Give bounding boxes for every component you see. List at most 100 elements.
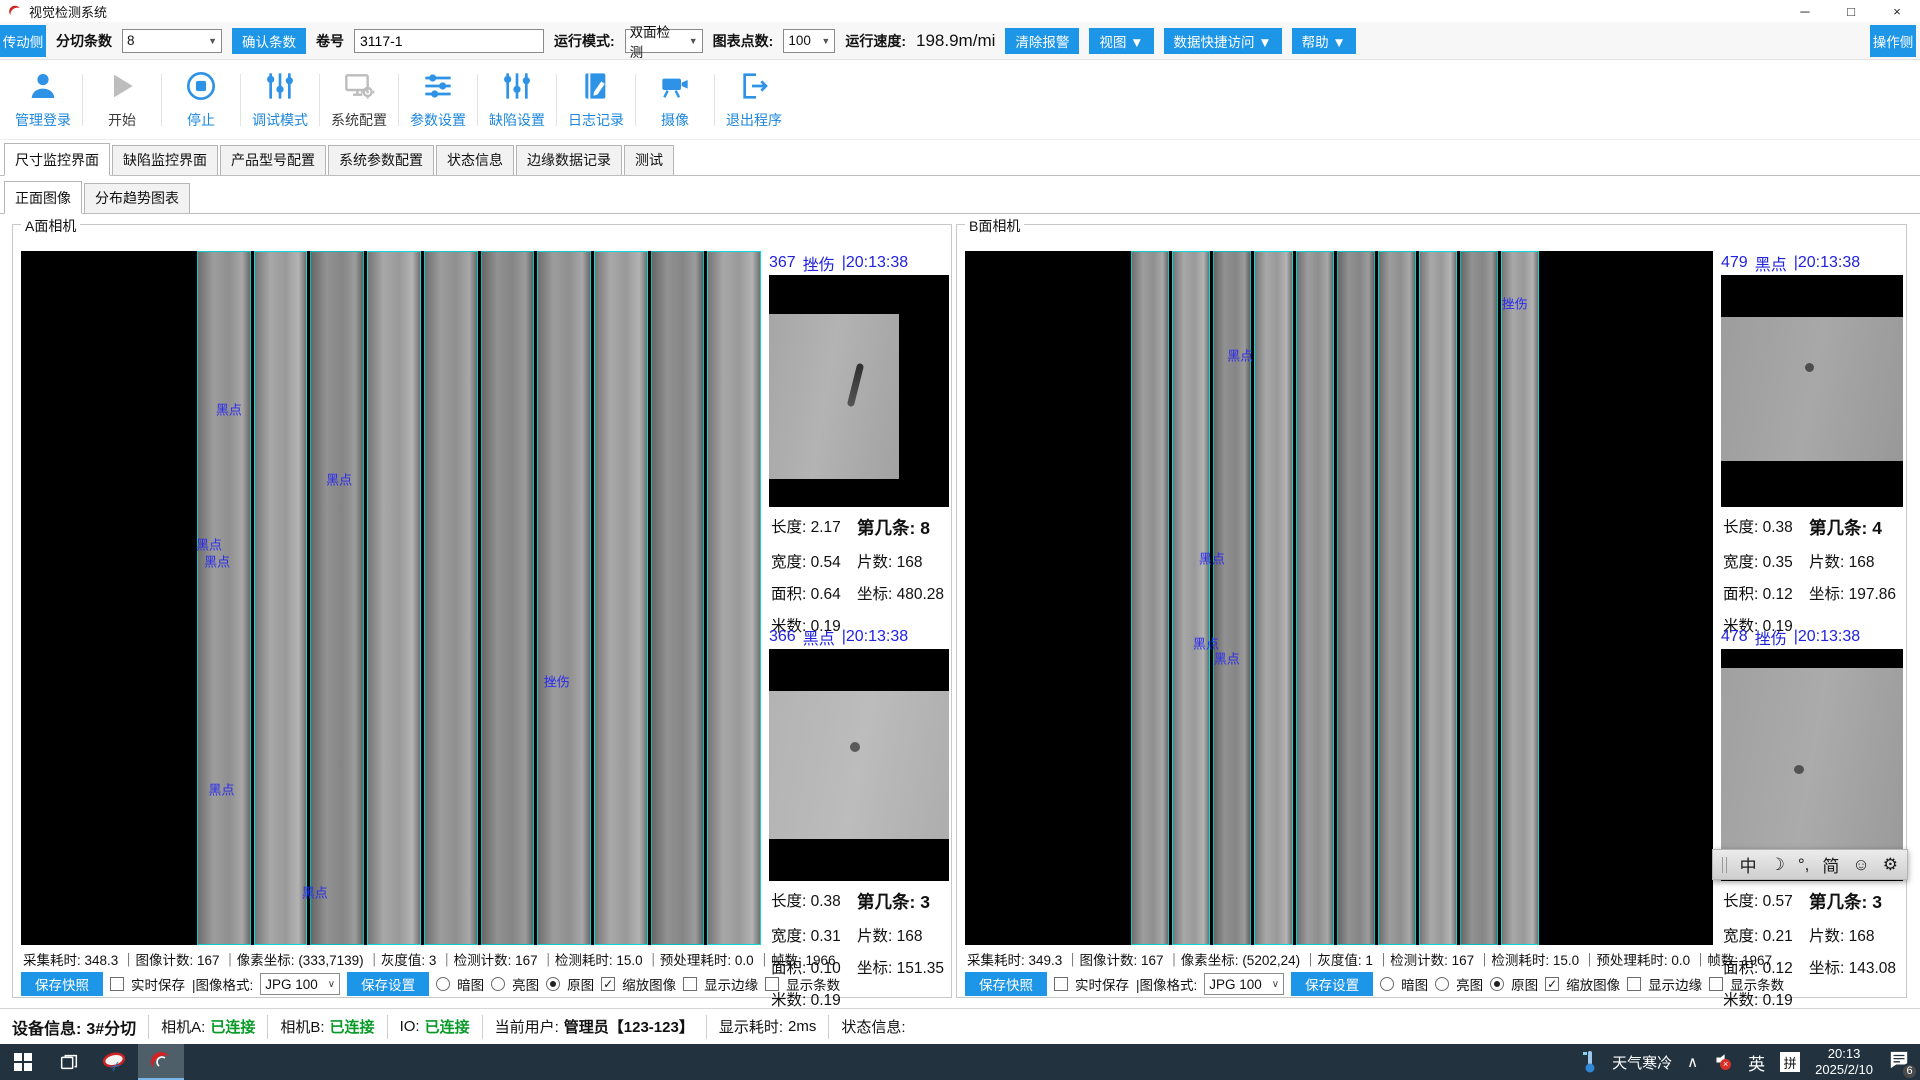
snipping-tool-button[interactable]: ✂ bbox=[92, 1044, 138, 1080]
film-strip bbox=[651, 251, 705, 945]
tab-3[interactable]: 系统参数配置 bbox=[328, 145, 434, 175]
save-snapshot-button[interactable]: 保存快照 bbox=[21, 972, 103, 996]
camera-image-b[interactable]: 挫伤黑点黑点黑点黑点 bbox=[965, 251, 1713, 945]
defect-label: 黑点 bbox=[1199, 548, 1225, 567]
dark-image-radio[interactable] bbox=[1380, 977, 1394, 991]
toolbar-icon-log-7[interactable]: 日志记录 bbox=[557, 70, 635, 130]
show-edges-checkbox[interactable] bbox=[1627, 977, 1641, 991]
drive-side-button[interactable]: 传动侧 bbox=[0, 25, 46, 57]
bright-image-radio[interactable] bbox=[1435, 977, 1449, 991]
subtab-0[interactable]: 正面图像 bbox=[4, 181, 82, 214]
maximize-button[interactable]: □ bbox=[1828, 0, 1874, 22]
tab-2[interactable]: 产品型号配置 bbox=[220, 145, 326, 175]
language-indicator[interactable]: 英 bbox=[1748, 1050, 1765, 1075]
toolbar-icon-play-1[interactable]: 开始 bbox=[83, 70, 161, 130]
vision-app-taskbar-button[interactable] bbox=[138, 1044, 184, 1080]
ime-lang-indicator[interactable]: 中 bbox=[1740, 852, 1757, 877]
chart-points-select[interactable]: 100 ▼ bbox=[783, 29, 835, 53]
ime-fullwidth-icon[interactable]: ☽ bbox=[1770, 855, 1785, 875]
slit-count-select[interactable]: 8 ▼ bbox=[122, 29, 222, 53]
run-mode-select[interactable]: 双面检测 ▼ bbox=[625, 29, 703, 53]
toolbar-icon-sliders-v-3[interactable]: 调试模式 bbox=[241, 70, 319, 130]
defect-time: |20:13:38 bbox=[1794, 254, 1860, 272]
show-edges-checkbox[interactable] bbox=[683, 977, 697, 991]
status-segment-label: 当前用户: bbox=[495, 1016, 559, 1037]
ime-drag-handle[interactable] bbox=[1722, 857, 1727, 873]
save-settings-button[interactable]: 保存设置 bbox=[347, 972, 429, 996]
realtime-save-checkbox[interactable] bbox=[1054, 977, 1068, 991]
zoom-image-checkbox[interactable]: ✓ bbox=[1545, 977, 1559, 991]
original-image-radio[interactable] bbox=[546, 977, 560, 991]
tab-0[interactable]: 尺寸监控界面 bbox=[4, 143, 110, 176]
volume-muted-button[interactable]: × bbox=[1713, 1051, 1733, 1074]
tab-6[interactable]: 测试 bbox=[624, 145, 674, 175]
toolbar-icon-stop-2[interactable]: 停止 bbox=[162, 70, 240, 130]
ime-simplified-icon[interactable]: 简 bbox=[1822, 852, 1839, 877]
toolbar-icon-exit-9[interactable]: 退出程序 bbox=[715, 70, 793, 130]
defect-card[interactable]: 478 挫伤 |20:13:38 长度: 0.57 第几条: 3 宽度: 0.2… bbox=[1721, 625, 1903, 987]
weather-status[interactable]: 天气寒冷 bbox=[1612, 1052, 1672, 1073]
defect-label: 挫伤 bbox=[1502, 294, 1528, 313]
film-strip bbox=[1378, 251, 1416, 945]
camera-image-a[interactable]: 黑点黑点黑点黑点挫伤黑点黑点 bbox=[21, 251, 761, 945]
save-settings-button[interactable]: 保存设置 bbox=[1291, 972, 1373, 996]
realtime-save-label: 实时保存 bbox=[131, 974, 185, 994]
start-button[interactable] bbox=[0, 1044, 46, 1080]
window-title: 视觉检测系统 bbox=[29, 2, 107, 21]
save-snapshot-button[interactable]: 保存快照 bbox=[965, 972, 1047, 996]
thermometer-icon[interactable] bbox=[1581, 1049, 1597, 1075]
minimize-button[interactable]: ─ bbox=[1782, 0, 1828, 22]
app-logo-icon bbox=[8, 4, 22, 18]
defect-mark bbox=[1794, 765, 1804, 774]
ime-settings-icon[interactable]: ⚙ bbox=[1883, 855, 1898, 875]
ime-language-bar[interactable]: 中 ☽ °, 简 ☺ ⚙ bbox=[1712, 849, 1908, 880]
operator-side-button[interactable]: 操作侧 bbox=[1870, 25, 1916, 57]
hidden-icons-chevron[interactable]: ∧ bbox=[1687, 1053, 1698, 1071]
image-format-select[interactable]: JPG 100 ∨ bbox=[260, 973, 340, 995]
close-button[interactable]: × bbox=[1874, 0, 1920, 22]
defect-card[interactable]: 366 黑点 |20:13:38 长度: 0.38 第几条: 3 宽度: 0.3… bbox=[769, 625, 949, 987]
show-strip-count-checkbox[interactable] bbox=[1709, 977, 1723, 991]
defect-stats: 长度: 0.38 第几条: 4 宽度: 0.35 片数: 168 面积: 0.1… bbox=[1723, 515, 1903, 636]
view-menu-button[interactable]: 视图 ▼ bbox=[1089, 28, 1153, 54]
original-image-radio[interactable] bbox=[1490, 977, 1504, 991]
toolbar-icon-user-0[interactable]: 管理登录 bbox=[4, 70, 82, 130]
film-strip bbox=[197, 251, 251, 945]
action-center-button[interactable]: 6 bbox=[1888, 1050, 1910, 1075]
subtab-1[interactable]: 分布趋势图表 bbox=[84, 183, 190, 213]
defect-card[interactable]: 367 挫伤 |20:13:38 长度: 2.17 第几条: 8 宽度: 0.5… bbox=[769, 251, 949, 613]
defect-id: 366 bbox=[769, 628, 796, 646]
show-strip-count-checkbox[interactable] bbox=[765, 977, 779, 991]
tab-5[interactable]: 边缘数据记录 bbox=[516, 145, 622, 175]
dark-image-radio[interactable] bbox=[436, 977, 450, 991]
realtime-save-checkbox[interactable] bbox=[110, 977, 124, 991]
status-segment-value: 3#分切 bbox=[86, 1015, 136, 1039]
confirm-count-button[interactable]: 确认条数 bbox=[232, 28, 306, 54]
film-strip bbox=[424, 251, 478, 945]
task-view-button[interactable] bbox=[46, 1044, 92, 1080]
status-segment-2: 相机B:已连接 bbox=[268, 1015, 387, 1039]
ime-pinyin-badge[interactable]: 拼 bbox=[1780, 1052, 1800, 1072]
mute-badge: × bbox=[1720, 1059, 1731, 1070]
toolbar-icon-sliders-h-5[interactable]: 参数设置 bbox=[399, 70, 477, 130]
roll-number-label: 卷号 bbox=[316, 31, 344, 51]
bright-image-radio[interactable] bbox=[491, 977, 505, 991]
roll-number-input[interactable] bbox=[354, 29, 544, 53]
help-menu-button[interactable]: 帮助 ▼ bbox=[1292, 28, 1356, 54]
ime-punctuation-icon[interactable]: °, bbox=[1798, 855, 1810, 875]
zoom-image-checkbox[interactable]: ✓ bbox=[601, 977, 615, 991]
clear-alarm-button[interactable]: 清除报警 bbox=[1005, 28, 1079, 54]
defect-label: 黑点 bbox=[196, 534, 222, 553]
monitor-gear-icon bbox=[343, 70, 375, 107]
image-format-select[interactable]: JPG 100 ∨ bbox=[1204, 973, 1284, 995]
toolbar-icon-camera-8[interactable]: 摄像 bbox=[636, 70, 714, 130]
toolbar-icon-sliders-v-6[interactable]: 缺陷设置 bbox=[478, 70, 556, 130]
toolbar-icon-monitor-gear-4[interactable]: 系统配置 bbox=[320, 70, 398, 130]
tab-4[interactable]: 状态信息 bbox=[436, 145, 514, 175]
defect-time: |20:13:38 bbox=[842, 628, 908, 646]
ime-emoji-icon[interactable]: ☺ bbox=[1852, 855, 1869, 875]
taskbar-clock[interactable]: 20:13 2025/2/10 bbox=[1815, 1046, 1873, 1079]
tab-1[interactable]: 缺陷监控界面 bbox=[112, 145, 218, 175]
defect-card[interactable]: 479 黑点 |20:13:38 长度: 0.38 第几条: 4 宽度: 0.3… bbox=[1721, 251, 1903, 613]
data-quick-access-menu-button[interactable]: 数据快捷访问 ▼ bbox=[1164, 28, 1282, 54]
